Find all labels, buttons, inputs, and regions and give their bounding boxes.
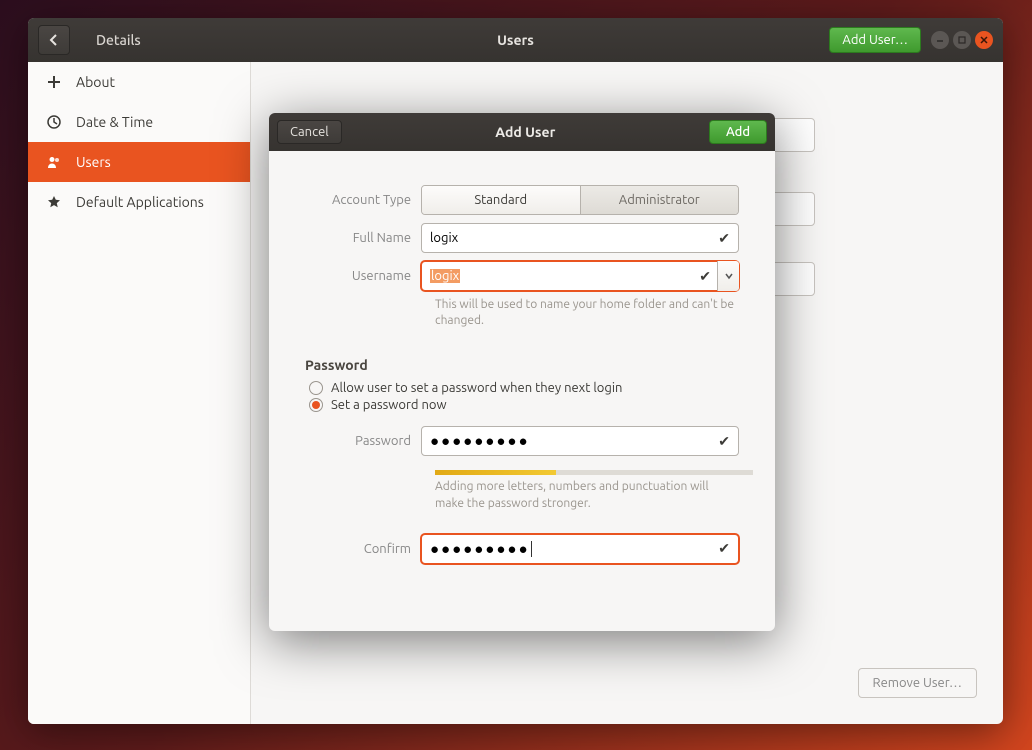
confirm-label: Confirm [305,542,421,556]
username-hint: This will be used to name your home fold… [435,297,735,329]
confirm-field[interactable]: ●●●●●●●●● ✔ [421,534,739,564]
remove-user-button[interactable]: Remove User… [858,668,978,698]
add-button[interactable]: Add [709,120,767,144]
account-type-label: Account Type [305,193,421,207]
account-type-admin[interactable]: Administrator [580,186,739,214]
cancel-button[interactable]: Cancel [277,120,342,144]
dialog-header: Cancel Add User Add [269,113,775,151]
users-icon [46,154,62,170]
check-icon: ✔ [718,433,730,450]
username-label: Username [305,269,421,283]
password-label: Password [305,434,421,448]
sidebar-item-date-time[interactable]: Date & Time [28,102,250,142]
window-controls [931,31,993,49]
star-icon [46,194,62,210]
add-user-button[interactable]: Add User… [829,27,921,53]
sidebar-item-about[interactable]: About [28,62,250,102]
sidebar-item-default-apps[interactable]: Default Applications [28,182,250,222]
confirm-value: ●●●●●●●●● [430,540,530,558]
plus-icon [46,74,62,90]
chevron-left-icon [48,34,60,46]
sidebar-item-label: Users [76,154,111,170]
password-field[interactable]: ●●●●●●●●● ✔ [421,426,739,456]
account-type-standard[interactable]: Standard [422,186,580,214]
dialog-title: Add User [342,124,709,140]
radio-checked-icon [309,398,323,412]
chevron-down-icon [724,271,734,281]
close-button[interactable] [975,31,993,49]
breadcrumb: Details [96,32,141,48]
maximize-button[interactable] [953,31,971,49]
full-name-input[interactable] [430,231,718,245]
full-name-label: Full Name [305,231,421,245]
sidebar-item-label: About [76,74,115,90]
check-icon: ✔ [718,540,730,557]
account-type-toggle[interactable]: Standard Administrator [421,185,739,215]
sidebar-item-users[interactable]: Users [28,142,250,182]
minimize-button[interactable] [931,31,949,49]
text-cursor [531,541,532,557]
titlebar: Details Users Add User… [28,18,1003,62]
radio-set-later-label: Allow user to set a password when they n… [331,381,622,395]
clock-icon [46,114,62,130]
sidebar-item-label: Date & Time [76,114,153,130]
radio-icon [309,381,323,395]
password-strength-meter [435,470,753,475]
sidebar: About Date & Time Users Default Applicat… [28,62,251,724]
add-user-dialog: Cancel Add User Add Account Type Standar… [269,113,775,631]
radio-set-now[interactable]: Set a password now [309,398,739,412]
radio-set-later[interactable]: Allow user to set a password when they n… [309,381,739,395]
password-value: ●●●●●●●●● [430,432,530,450]
check-icon: ✔ [718,230,730,247]
username-field[interactable]: logix ✔ [421,261,739,291]
full-name-field[interactable]: ✔ [421,223,739,253]
sidebar-item-label: Default Applications [76,194,204,210]
radio-set-now-label: Set a password now [331,398,447,412]
back-button[interactable] [38,25,70,55]
password-strength-fill [435,470,556,475]
page-title: Users [497,32,534,48]
username-dropdown-button[interactable] [717,261,739,291]
check-icon: ✔ [699,268,711,285]
password-section-header: Password [305,357,739,373]
dialog-body: Account Type Standard Administrator Full… [269,151,775,572]
username-value-selected: logix [430,269,460,283]
password-hint: Adding more letters, numbers and punctua… [435,479,735,511]
